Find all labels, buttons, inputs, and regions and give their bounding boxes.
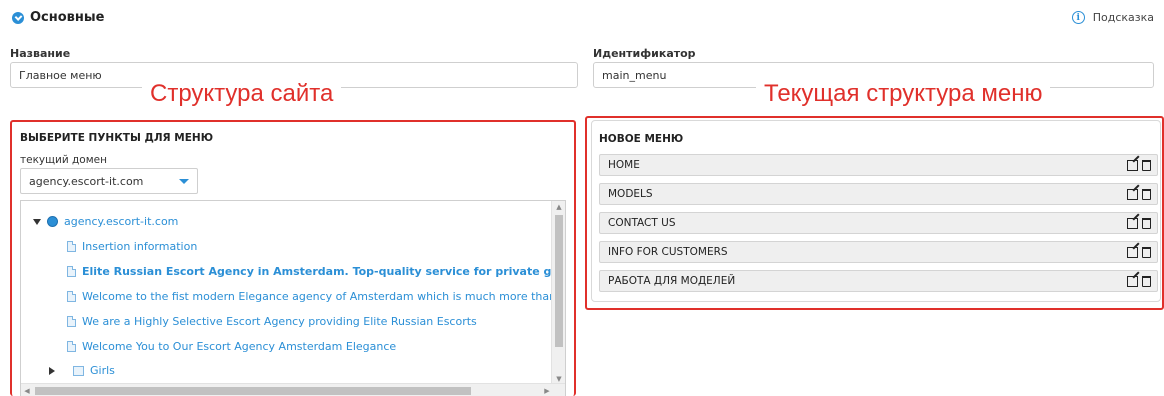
menu-item[interactable]: HOME	[599, 154, 1158, 176]
menu-item-label: РАБОТА ДЛЯ МОДЕЛЕЙ	[608, 275, 736, 287]
document-icon	[67, 266, 76, 277]
tree-node-folder[interactable]: Girls	[49, 364, 115, 377]
site-structure-panel: ВЫБЕРИТЕ ПУНКТЫ ДЛЯ МЕНЮ текущий домен a…	[10, 120, 576, 396]
scroll-up-icon[interactable]: ▲	[552, 201, 565, 213]
trash-icon[interactable]	[1142, 275, 1151, 287]
document-icon	[67, 341, 76, 352]
folder-icon	[73, 365, 84, 376]
scroll-right-icon[interactable]: ▶	[541, 384, 553, 396]
domain-label: текущий домен	[20, 154, 107, 166]
edit-icon[interactable]	[1127, 159, 1138, 171]
trash-icon[interactable]	[1142, 217, 1151, 229]
tree-node-label: Insertion information	[82, 240, 198, 253]
right-panel-title: НОВОЕ МЕНЮ	[599, 133, 684, 145]
menu-item[interactable]: INFO FOR CUSTOMERS	[599, 241, 1158, 263]
trash-icon[interactable]	[1142, 159, 1151, 171]
domain-select-value: agency.escort-it.com	[29, 174, 144, 188]
section-header[interactable]: Основные	[12, 10, 104, 25]
tree-node-label: Welcome You to Our Escort Agency Amsterd…	[82, 340, 397, 353]
collapse-arrow-icon[interactable]	[33, 218, 41, 225]
menu-box: НОВОЕ МЕНЮ HOME MODELS CONTACT US INFO F…	[591, 120, 1161, 302]
info-icon: i	[1071, 11, 1085, 24]
document-icon	[67, 241, 76, 252]
name-label: Название	[10, 47, 71, 60]
domain-select[interactable]: agency.escort-it.com	[20, 168, 198, 194]
tree-node-label: Girls	[90, 364, 115, 377]
edit-icon[interactable]	[1127, 217, 1138, 229]
section-title: Основные	[30, 10, 105, 25]
tree-node-root[interactable]: agency.escort-it.com	[33, 215, 178, 228]
menu-item-label: INFO FOR CUSTOMERS	[608, 246, 728, 258]
scroll-left-icon[interactable]: ◀	[21, 384, 33, 396]
menu-item-label: HOME	[608, 159, 640, 171]
check-circle-icon	[12, 11, 24, 24]
menu-structure-annotation: Текущая структура меню	[756, 80, 1051, 108]
tree-node[interactable]: Insertion information	[67, 240, 197, 253]
site-structure-annotation: Структура сайта	[142, 80, 342, 108]
hint-label: Подсказка	[1092, 11, 1154, 24]
vertical-scrollbar[interactable]: ▲ ▼	[551, 201, 565, 385]
tree-node[interactable]: Welcome to the fist modern Elegance agen…	[67, 290, 566, 303]
menu-item[interactable]: CONTACT US	[599, 212, 1158, 234]
document-icon	[67, 291, 76, 302]
document-icon	[67, 316, 76, 327]
tree-node[interactable]: Elite Russian Escort Agency in Amsterdam…	[67, 265, 566, 278]
tree-node-label: agency.escort-it.com	[64, 215, 179, 228]
menu-item-label: CONTACT US	[608, 217, 676, 229]
left-panel-title: ВЫБЕРИТЕ ПУНКТЫ ДЛЯ МЕНЮ	[20, 132, 214, 144]
menu-item[interactable]: РАБОТА ДЛЯ МОДЕЛЕЙ	[599, 270, 1158, 292]
site-tree: agency.escort-it.com Insertion informati…	[20, 200, 566, 396]
tree-node-label: Welcome to the fist modern Elegance agen…	[82, 290, 566, 303]
globe-icon	[47, 216, 58, 227]
trash-icon[interactable]	[1142, 246, 1151, 258]
id-label: Идентификатор	[593, 47, 696, 60]
edit-icon[interactable]	[1127, 246, 1138, 258]
trash-icon[interactable]	[1142, 188, 1151, 200]
tree-node-label: Elite Russian Escort Agency in Amsterdam…	[82, 265, 566, 278]
current-menu-panel: НОВОЕ МЕНЮ HOME MODELS CONTACT US INFO F…	[585, 116, 1164, 310]
tree-node[interactable]: We are a Highly Selective Escort Agency …	[67, 315, 477, 328]
menu-item-label: MODELS	[608, 188, 653, 200]
menu-item[interactable]: MODELS	[599, 183, 1158, 205]
tree-node-label: We are a Highly Selective Escort Agency …	[82, 315, 477, 328]
vertical-scroll-thumb[interactable]	[555, 215, 563, 347]
tree-node[interactable]: Welcome You to Our Escort Agency Amsterd…	[67, 340, 396, 353]
edit-icon[interactable]	[1127, 188, 1138, 200]
expand-arrow-icon[interactable]	[49, 366, 55, 375]
edit-icon[interactable]	[1127, 275, 1138, 287]
hint-link[interactable]: i Подсказка	[1071, 11, 1154, 24]
dropdown-caret-icon	[179, 178, 189, 184]
horizontal-scrollbar[interactable]: ◀ ▶	[21, 383, 565, 396]
horizontal-scroll-thumb[interactable]	[35, 387, 471, 395]
